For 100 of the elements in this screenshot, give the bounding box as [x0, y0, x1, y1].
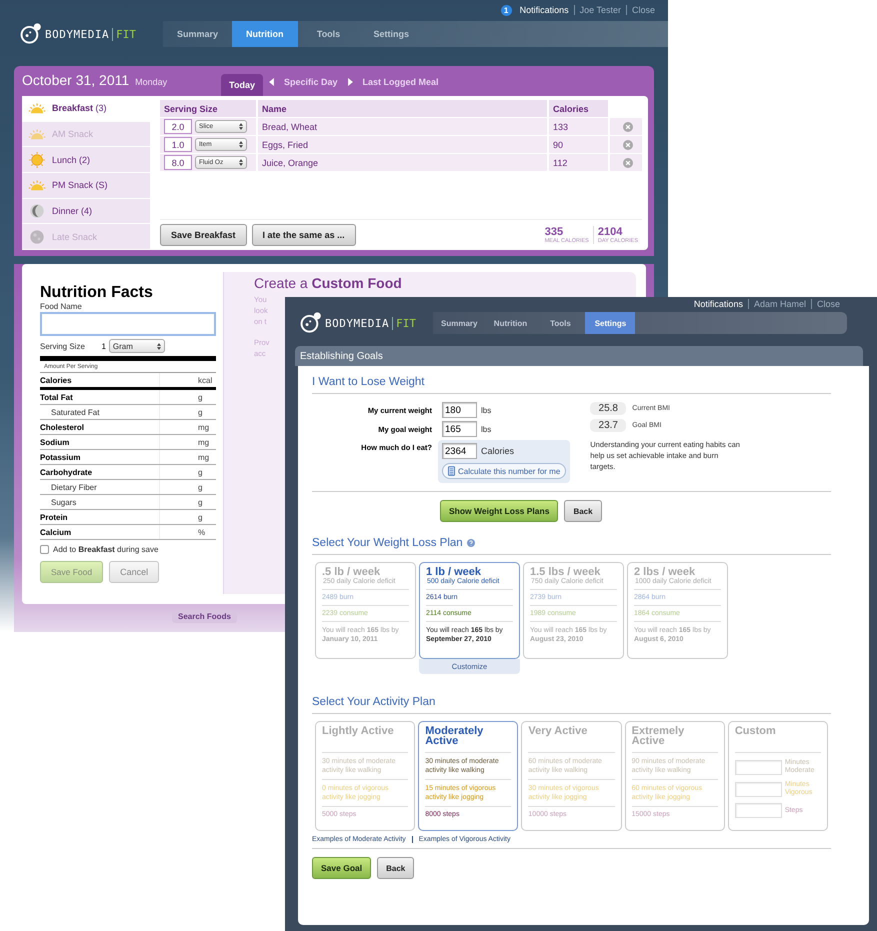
nutrient-label: Calories [40, 376, 73, 384]
meal-tab[interactable]: Breakfast (3) [22, 96, 150, 122]
food-name-cell: Eggs, Fried [258, 136, 547, 153]
app-logo: BODYMEDIA FIT [300, 312, 428, 334]
help-icon[interactable] [466, 539, 475, 547]
nutrient-label: Total Fat [40, 392, 74, 402]
nutrient-label: Potassium [40, 452, 82, 462]
weight-field[interactable]: 180 [442, 402, 477, 418]
close-link[interactable]: Close [626, 5, 660, 15]
day-tab[interactable]: Today [221, 74, 263, 96]
steps-field[interactable] [734, 803, 782, 818]
calorie-total: 335 [544, 226, 564, 238]
nutrient-label: Dietary Fiber [50, 482, 98, 492]
weight-field[interactable]: 165 [442, 421, 477, 437]
unit-dropdown[interactable]: Gram [108, 339, 165, 353]
serving-amount-field[interactable]: 1 [88, 342, 106, 350]
nutrient-unit: g [197, 482, 204, 492]
nutrient-label: Calcium [40, 528, 72, 536]
add-to-meal-label: Add to Breakfast during save [53, 545, 158, 554]
nav-tab[interactable]: Settings [360, 21, 424, 47]
user-link[interactable]: Adam Hamel [748, 299, 811, 309]
action-button[interactable]: I ate the same as ... [252, 224, 356, 246]
serving-amount-field[interactable]: 2.0 [164, 119, 192, 134]
notifications-link[interactable]: Notifications [688, 299, 748, 309]
calculator-icon [448, 466, 455, 476]
previous-arrow-icon[interactable] [269, 78, 274, 86]
nav-tab[interactable]: Tools [298, 21, 360, 47]
nutrient-unit: mg [197, 438, 210, 446]
close-link[interactable]: Close [810, 299, 845, 309]
column-header: Serving Size [160, 100, 256, 117]
unit-label: lbs [481, 406, 492, 414]
calories-field[interactable]: 2364 [442, 443, 477, 459]
section-heading: I Want to Lose Weight [312, 376, 425, 388]
column-header: Calories [549, 100, 608, 117]
date-label: October 31, 2011 [22, 72, 130, 90]
nav-tab[interactable]: Tools [535, 312, 586, 334]
food-name-cell: Bread, Wheat [258, 118, 547, 135]
card-title: Custom [734, 726, 822, 753]
food-name-label: Food Name [40, 302, 83, 311]
up-down-arrows-icon [239, 159, 243, 166]
weekday-label: Monday [135, 77, 168, 89]
remove-icon[interactable] [623, 158, 633, 168]
app-logo: BODYMEDIA FIT [20, 23, 148, 45]
nutrient-label: Saturated Fat [50, 408, 100, 416]
bmi-value: 25.8 [590, 402, 626, 415]
action-button[interactable]: Save Breakfast [160, 224, 247, 246]
nutrient-label: Cholesterol [40, 422, 86, 432]
calories-cell: 90 [549, 136, 608, 153]
save-goal-button[interactable]: Save Goal [312, 857, 372, 879]
notification-badge: 1 [500, 4, 512, 16]
back-button[interactable]: Back [564, 500, 602, 522]
nutrient-unit: mg [197, 422, 210, 432]
back-button[interactable]: Back [377, 857, 414, 879]
next-arrow-icon[interactable] [348, 78, 353, 86]
nav-tab[interactable]: Nutrition [485, 312, 536, 334]
nav-tab[interactable]: Summary [163, 21, 232, 47]
minutes-field[interactable] [734, 760, 782, 774]
nutrition-facts-title: Nutrition Facts [40, 284, 154, 302]
nutrient-unit: kcal [197, 376, 214, 384]
food-name-field[interactable] [40, 312, 216, 336]
column-header: Name [258, 100, 547, 117]
nutrient-label: Sodium [40, 438, 70, 446]
search-foods-button[interactable]: Search Foods [172, 610, 237, 622]
full-moon-icon [28, 228, 46, 245]
serving-amount-field[interactable]: 1.0 [164, 137, 192, 152]
nutrient-label: Carbohydrate [40, 468, 94, 476]
nutrient-unit: g [197, 408, 204, 416]
section-heading: Select Your Weight Loss Plan [312, 537, 463, 549]
unit-label: lbs [481, 424, 492, 434]
remove-icon[interactable] [623, 140, 633, 150]
nav-tab[interactable]: Settings [585, 312, 636, 334]
serving-size-label: Serving Size [40, 342, 85, 350]
up-down-arrows-icon [156, 342, 161, 350]
section-heading: Select Your Activity Plan [312, 696, 436, 708]
up-down-arrows-icon [239, 141, 243, 148]
crescent-moon-icon [28, 203, 46, 220]
nutrient-unit: g [197, 512, 204, 522]
calculate-button[interactable]: Calculate this number for me [442, 463, 566, 479]
up-down-arrows-icon [239, 123, 243, 130]
checkbox[interactable] [40, 545, 49, 554]
food-name-cell: Juice, Orange [258, 154, 547, 171]
sun-icon [28, 152, 46, 168]
calorie-total: 2104 [598, 226, 624, 238]
remove-icon[interactable] [623, 122, 633, 132]
show-plans-button[interactable]: Show Weight Loss Plans [440, 500, 558, 522]
custom-food-title: Create a Custom Food [254, 276, 402, 290]
serving-amount-field[interactable]: 8.0 [164, 155, 192, 170]
nutrient-unit: mg [197, 452, 210, 462]
nutrient-unit: g [197, 468, 204, 476]
calories-cell: 112 [549, 154, 608, 171]
nutrient-label: Sugars [50, 498, 78, 506]
nutrient-label: Protein [40, 512, 69, 522]
bmi-value: 23.7 [590, 419, 626, 432]
nutrient-unit: g [197, 498, 204, 506]
calories-cell: 133 [549, 118, 608, 135]
nav-tab[interactable]: Summary [433, 312, 486, 334]
user-link[interactable]: Joe Tester [574, 5, 626, 15]
minutes-field[interactable] [734, 782, 782, 796]
section-title: Establishing Goals [300, 350, 383, 362]
notifications-link[interactable]: Notifications [514, 5, 574, 15]
